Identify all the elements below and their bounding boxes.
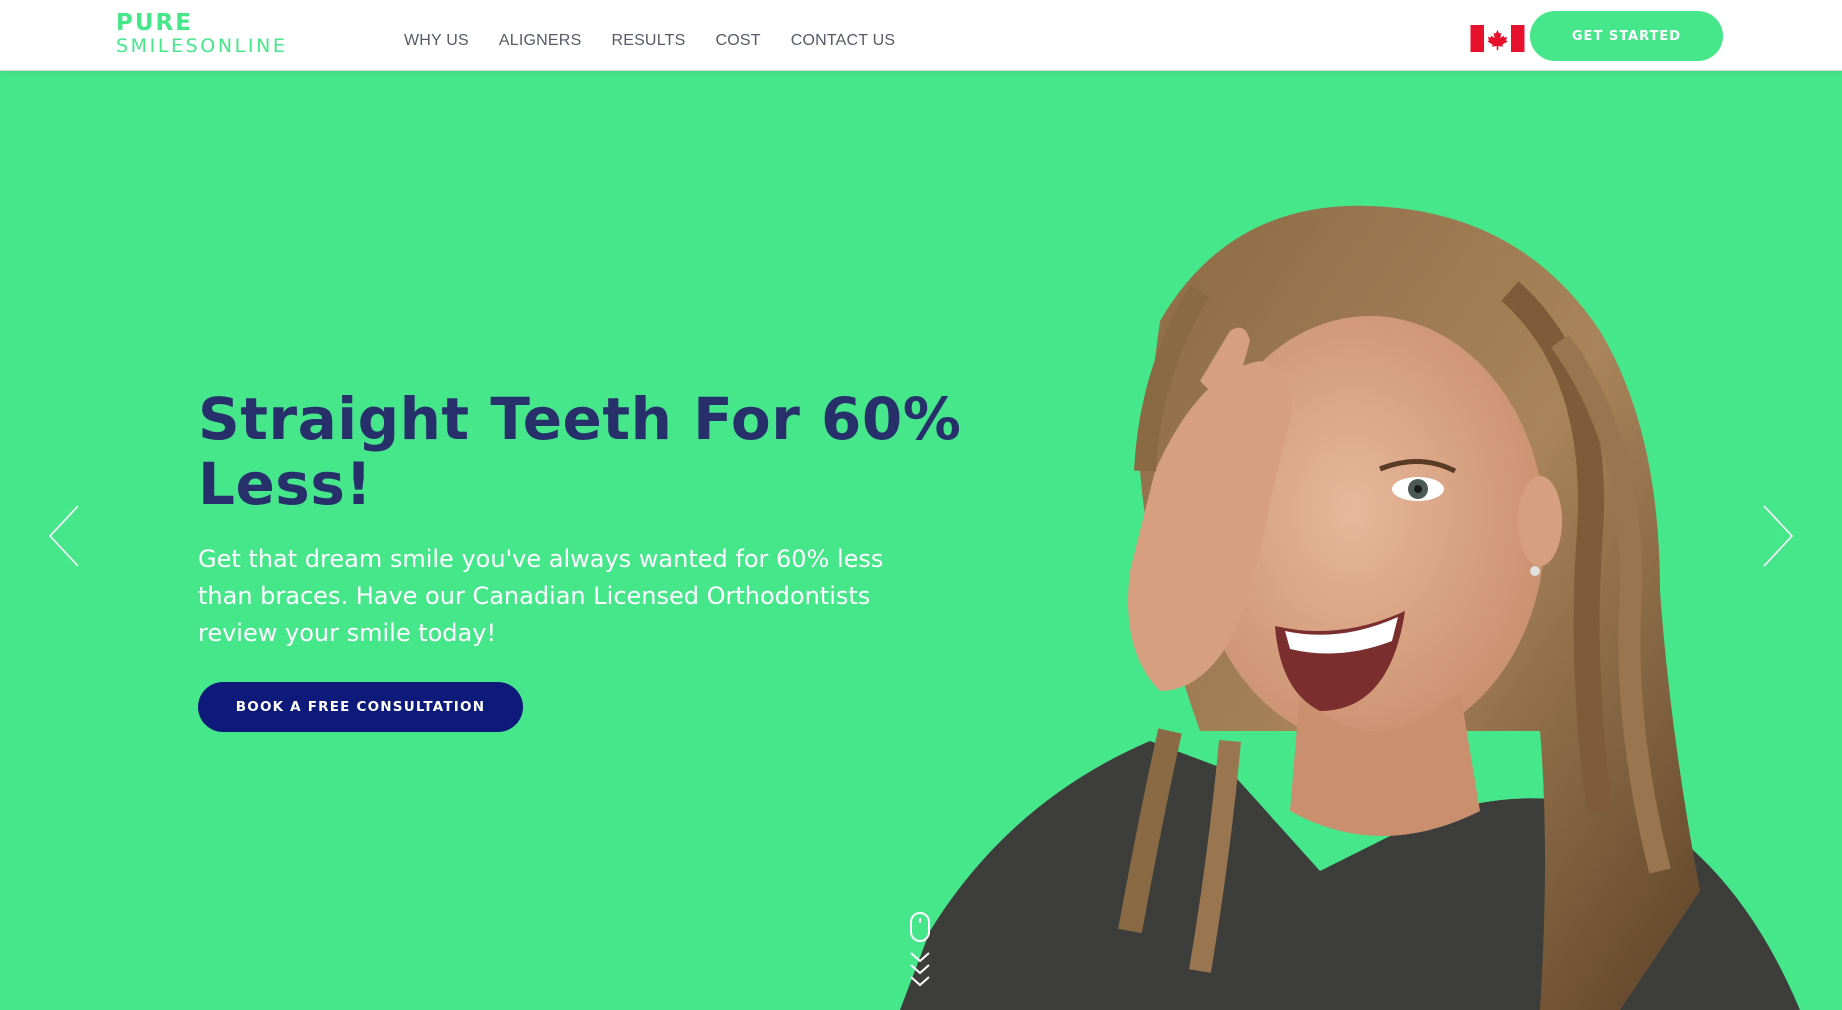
nav-results[interactable]: RESULTS: [611, 32, 685, 50]
nav-why-us[interactable]: WHY US: [404, 32, 469, 50]
main-nav: WHY US ALIGNERS RESULTS COST CONTACT US: [404, 0, 925, 82]
logo-line-1: PURE: [116, 10, 193, 36]
nav-cost[interactable]: COST: [715, 32, 760, 50]
hero-photo: [900, 205, 1800, 1010]
book-consultation-button[interactable]: BOOK A FREE CONSULTATION: [198, 682, 523, 732]
logo[interactable]: PURE SMILESONLINE: [116, 12, 287, 56]
hero-title: Straight Teeth For 60% Less!: [198, 385, 962, 518]
nav-aligners[interactable]: ALIGNERS: [499, 32, 582, 50]
hero-copy: Straight Teeth For 60% Less! Get that dr…: [198, 387, 978, 732]
logo-line-2: SMILESONLINE: [116, 35, 288, 57]
hero-subtitle: Get that dream smile you've always wante…: [198, 545, 884, 647]
site-header: PURE SMILESONLINE WHY US ALIGNERS RESULT…: [0, 0, 1842, 71]
canada-flag-icon[interactable]: [1470, 25, 1525, 52]
chevron-left-icon[interactable]: [40, 501, 90, 571]
scroll-down-icon[interactable]: [906, 911, 934, 1001]
chevron-right-icon[interactable]: [1752, 501, 1802, 571]
hero-section: Straight Teeth For 60% Less! Get that dr…: [0, 71, 1842, 1010]
get-started-button[interactable]: GET STARTED: [1530, 11, 1723, 61]
nav-contact-us[interactable]: CONTACT US: [791, 32, 896, 50]
